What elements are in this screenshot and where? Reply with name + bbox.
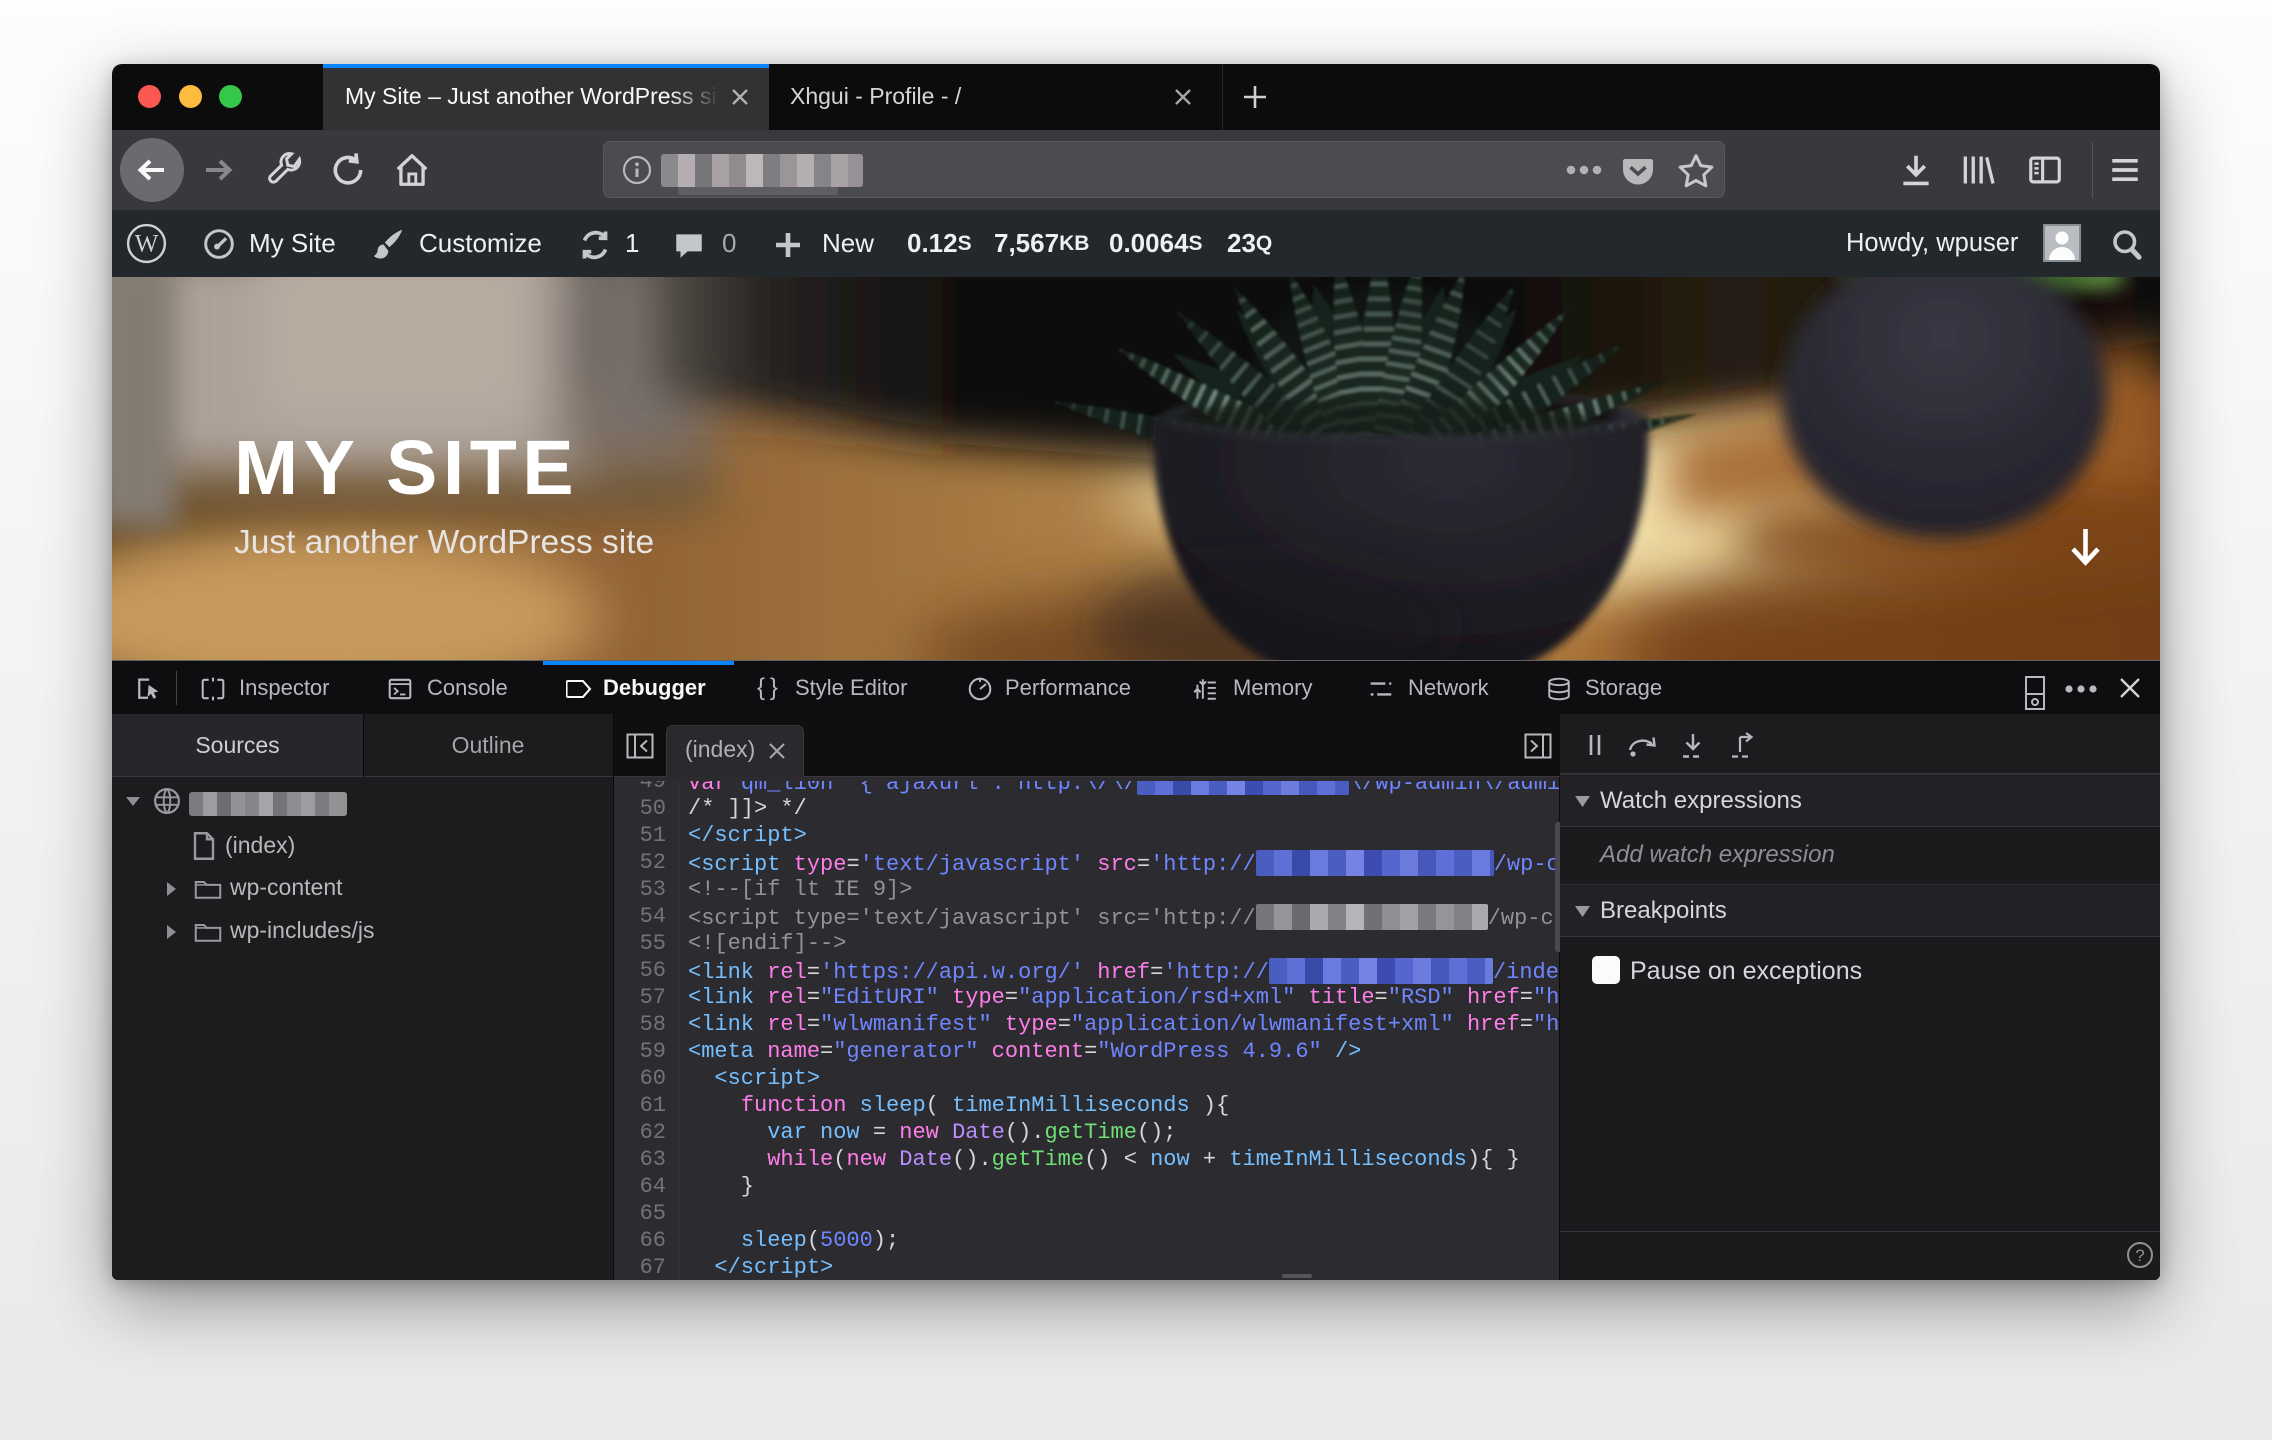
svg-text:?: ?	[2135, 1246, 2144, 1265]
svg-text:W: W	[135, 231, 159, 258]
